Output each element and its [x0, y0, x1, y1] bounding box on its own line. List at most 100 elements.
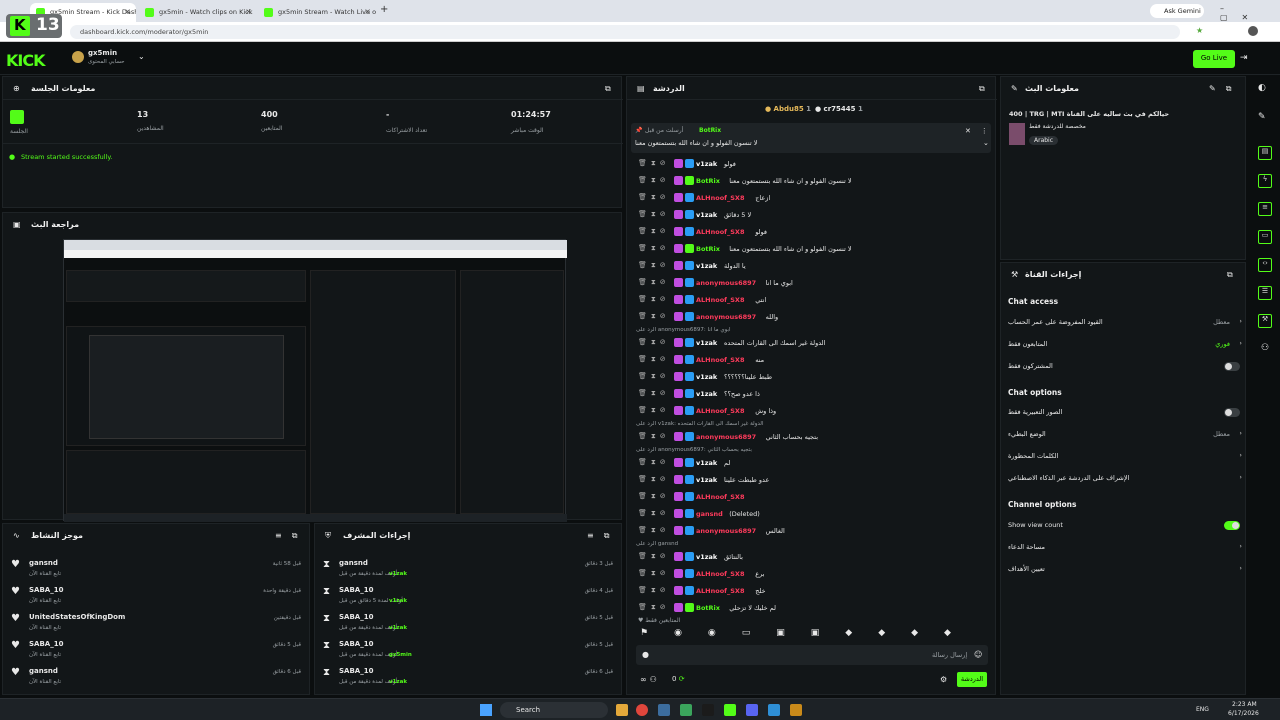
mod-tools-icons[interactable]: 🗑⧗⊘ [638, 526, 670, 535]
chat-username[interactable]: anonymous6897 [696, 527, 756, 535]
logout-icon[interactable]: ⇥ [1240, 53, 1248, 63]
settings-row[interactable]: الكلمات المحظورة › [1006, 447, 1244, 467]
settings-row[interactable]: الوضع البطيء معطل › [1006, 425, 1244, 445]
app-icon[interactable] [702, 704, 714, 716]
chat-message[interactable]: 🗑⧗⊘ BotRix لا تنسون الفولو و ان شاء الله ب… [636, 174, 992, 189]
close-icon[interactable]: × [364, 7, 371, 16]
kick-app-icon[interactable] [724, 704, 736, 716]
mod-tools-icons[interactable]: 🗑⧗⊘ [638, 278, 670, 287]
mod-tools-icons[interactable]: 🗑⧗⊘ [638, 492, 670, 501]
chat-input[interactable]: إرسال رسالة ☺ ● [636, 645, 988, 665]
app-icon[interactable] [768, 704, 780, 716]
mod-tools-icons[interactable]: 🗑⧗⊘ [638, 432, 670, 441]
chat-username[interactable]: gansnd [696, 510, 723, 518]
go-live-button[interactable]: Go Live [1193, 50, 1235, 68]
chat-message[interactable]: 🗑⧗⊘ ALHnoof_SX8 وذا وش [636, 404, 992, 419]
emoji-icon[interactable]: ☺ [974, 650, 982, 659]
mod-tools-icons[interactable]: 🗑⧗⊘ [638, 295, 670, 304]
mod-by-user[interactable]: v1zak [389, 571, 407, 577]
mod-by-user[interactable]: v1zak [389, 625, 407, 631]
sidebar-widget-icon[interactable]: ▤ [1258, 146, 1272, 160]
gift-icon[interactable]: ● [642, 650, 649, 659]
windows-start-icon[interactable] [480, 704, 492, 716]
mod-tools-icons[interactable]: 🗑⧗⊘ [638, 603, 670, 612]
chat-message[interactable]: 🗑⧗⊘ v1zak عدو طبطت علينا [636, 473, 992, 488]
pinned-message[interactable]: 📌 أرسلت من قبل BotRix لا تنسون الفولو و … [631, 123, 991, 153]
kick-logo[interactable]: KICK [6, 51, 45, 70]
chat-message[interactable]: 🗑⧗⊘ v1zak ذا عدو صح؟؟ [636, 387, 992, 402]
mod-tools-icons[interactable]: 🗑⧗⊘ [638, 159, 670, 168]
pen-icon[interactable]: ✎ [1258, 112, 1266, 122]
chat-message[interactable]: 🗑⧗⊘ ALHnoof_SX8 [636, 490, 992, 505]
sidebar-bolt-icon[interactable]: ϟ [1258, 174, 1272, 188]
profile-avatar[interactable] [1248, 26, 1258, 36]
chat-username[interactable]: ALHnoof_SX8 [696, 296, 744, 304]
mod-tools-icons[interactable]: 🗑⧗⊘ [638, 312, 670, 321]
settings-row[interactable]: مساحة الدعاء › [1006, 538, 1244, 558]
filter-popout-icons[interactable]: ≡⧉ [275, 531, 307, 541]
send-chat-button[interactable]: الدردشة [957, 672, 987, 687]
sidebar-chat-icon[interactable]: ▭ [1258, 230, 1272, 244]
activity-user[interactable]: gansnd [29, 667, 58, 675]
mod-tools-icons[interactable]: 🗑⧗⊘ [638, 406, 670, 415]
ask-gemini-button[interactable]: Ask Gemini [1150, 4, 1204, 18]
popout-icon[interactable]: ⧉ [1227, 270, 1233, 280]
xbox-icon[interactable] [680, 704, 692, 716]
chevron-down-icon[interactable]: ⌄ [138, 52, 145, 61]
chat-message[interactable]: 🗑⧗⊘ anonymous6897 والله [636, 310, 992, 325]
chat-username[interactable]: v1zak [696, 160, 717, 168]
theme-icon[interactable]: ◐ [1258, 83, 1266, 93]
sidebar-stack-icon[interactable]: ☰ [1258, 286, 1272, 300]
mod-tools-icons[interactable]: 🗑⧗⊘ [638, 193, 670, 202]
mod-tools-icons[interactable]: 🗑⧗⊘ [638, 458, 670, 467]
activity-user[interactable]: UnitedStatesOfKingDom [29, 613, 125, 621]
url-field[interactable]: dashboard.kick.com/moderator/gx5min [70, 25, 1180, 39]
mod-tools-icons[interactable]: 🗑⧗⊘ [638, 475, 670, 484]
mod-target-user[interactable]: SABA_10 [339, 667, 373, 675]
mod-by-user[interactable]: v1zak [389, 598, 407, 604]
top-gifter-1[interactable]: ● Abdu85 1 [765, 105, 811, 113]
chat-username[interactable]: BotRix [696, 177, 720, 185]
mod-tools-icons[interactable]: 🗑⧗⊘ [638, 176, 670, 185]
chat-username[interactable]: ALHnoof_SX8 [696, 493, 744, 501]
close-icon[interactable]: × [124, 7, 131, 16]
emote-bar[interactable]: ⚑◉◉▭▣▣◆◆◆◆ [640, 628, 986, 642]
chat-message[interactable]: 🗑⧗⊘ v1zak طبط علينا؟؟؟؟؟؟ [636, 370, 992, 385]
chat-message[interactable]: 🗑⧗⊘ ALHnoof_SX8 فولو [636, 225, 992, 240]
chat-username[interactable]: ALHnoof_SX8 [696, 194, 744, 202]
sidebar-wrench-icon[interactable]: ⚒ [1258, 314, 1272, 328]
chat-message[interactable]: 🗑⧗⊘ v1zak لا 5 دقائق [636, 208, 992, 223]
mod-tools-icons[interactable]: 🗑⧗⊘ [638, 569, 670, 578]
chat-username[interactable]: anonymous6897 [696, 313, 756, 321]
chat-message[interactable]: 🗑⧗⊘ ALHnoof_SX8 انتي [636, 293, 992, 308]
chat-tools-icons[interactable]: ∞⚇ [640, 675, 660, 684]
mod-tools-icons[interactable]: 🗑⧗⊘ [638, 227, 670, 236]
activity-user[interactable]: gansnd [29, 559, 58, 567]
chat-username[interactable]: v1zak [696, 339, 717, 347]
settings-gear-icon[interactable]: ⚙ [940, 675, 947, 684]
mod-tools-icons[interactable]: 🗑⧗⊘ [638, 244, 670, 253]
mod-target-user[interactable]: SABA_10 [339, 640, 373, 648]
chat-username[interactable]: v1zak [696, 211, 717, 219]
chat-username[interactable]: v1zak [696, 476, 717, 484]
mod-target-user[interactable]: SABA_10 [339, 613, 373, 621]
settings-row[interactable]: الإشراف على الدردشة عبر الذكاء الاصطناعي… [1006, 469, 1244, 489]
chat-message[interactable]: 🗑⧗⊘ v1zak فولو [636, 157, 992, 172]
activity-user[interactable]: SABA_10 [29, 586, 63, 594]
mod-tools-icons[interactable]: 🗑⧗⊘ [638, 355, 670, 364]
mod-tools-icons[interactable]: 🗑⧗⊘ [638, 338, 670, 347]
chat-username[interactable]: ALHnoof_SX8 [696, 228, 744, 236]
mod-by-user[interactable]: v1zak [389, 679, 407, 685]
chat-message[interactable]: 🗑⧗⊘ v1zak لم [636, 456, 992, 471]
mod-target-user[interactable]: gansnd [339, 559, 368, 567]
taskbar-search[interactable]: Search [500, 702, 608, 718]
sidebar-code-icon[interactable]: ‹› [1258, 258, 1272, 272]
toggle-switch[interactable] [1224, 408, 1240, 417]
bookmark-star-icon[interactable]: ★ [1196, 26, 1203, 35]
chat-message[interactable]: 🗑⧗⊘ ALHnoof_SX8 خلج [636, 584, 992, 599]
expand-icon[interactable]: ⌄ [983, 139, 989, 147]
mod-tools-icons[interactable]: 🗑⧗⊘ [638, 372, 670, 381]
chat-username[interactable]: v1zak [696, 373, 717, 381]
chat-message[interactable]: 🗑⧗⊘ BotRix لا تنسون الفولو و ان شاء الله ب… [636, 242, 992, 257]
mod-tools-icons[interactable]: 🗑⧗⊘ [638, 552, 670, 561]
